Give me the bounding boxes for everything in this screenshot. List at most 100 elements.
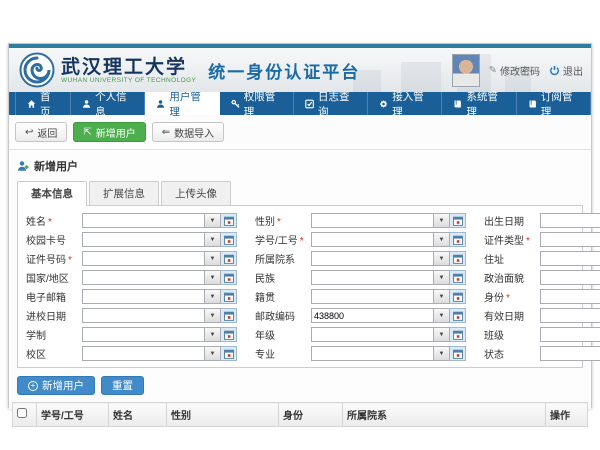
field-input[interactable] [540,213,600,228]
field-label: 性别* [251,213,311,228]
add-user-button[interactable]: ⇱ 新增用户 [73,122,145,142]
calendar-icon[interactable] [450,232,466,247]
dropdown-arrow-icon[interactable]: ▼ [205,308,221,323]
nav-item-gear-接入管理[interactable]: 接入管理 [368,92,442,115]
field-input[interactable] [311,308,434,323]
form-field: 国家/地区* ▼ [22,270,237,285]
dropdown-arrow-icon[interactable]: ▼ [434,346,450,361]
field-label: 状态* [480,346,540,361]
submit-add-user-button[interactable]: + 新增用户 [17,376,95,395]
nav-item-home-首页[interactable]: 首页 [15,92,71,115]
calendar-icon[interactable] [221,213,237,228]
field-input[interactable] [82,213,205,228]
user-avatar[interactable] [452,54,480,87]
field-label: 邮政编码* [251,308,311,323]
field-input[interactable] [82,270,205,285]
select-all-checkbox[interactable] [17,408,27,418]
field-input[interactable] [540,346,600,361]
calendar-icon[interactable] [450,327,466,342]
form-field: 有效日期* ▼ [480,308,600,323]
form-field: 籍贯* ▼ [251,289,466,304]
dropdown-arrow-icon[interactable]: ▼ [434,270,450,285]
calendar-icon[interactable] [221,251,237,266]
dropdown-arrow-icon[interactable]: ▼ [434,308,450,323]
calendar-icon[interactable] [221,308,237,323]
field-input[interactable] [82,308,205,323]
dropdown-arrow-icon[interactable]: ▼ [434,213,450,228]
submit-add-user-label: 新增用户 [42,378,84,393]
nav-item-user-用户管理[interactable]: 用户管理 [145,92,219,115]
calendar-icon[interactable] [221,289,237,304]
logout-link[interactable]: 退出 [549,63,583,78]
calendar-icon[interactable] [450,308,466,323]
field-input[interactable] [311,346,434,361]
calendar-icon[interactable] [450,270,466,285]
field-label: 校园卡号* [22,232,82,247]
table-header-6: 操作 [546,403,588,427]
calendar-icon[interactable] [450,251,466,266]
field-input[interactable] [82,327,205,342]
tab[interactable]: 扩展信息 [89,181,159,205]
dropdown-arrow-icon[interactable]: ▼ [434,232,450,247]
nav-label: 日志查询 [318,89,356,119]
dropdown-arrow-icon[interactable]: ▼ [205,327,221,342]
field-label: 所属院系* [251,251,311,266]
dropdown-arrow-icon[interactable]: ▼ [205,289,221,304]
field-input[interactable] [82,251,205,266]
pencil-icon: ✎ [489,65,497,76]
field-input[interactable] [82,289,205,304]
field-input[interactable] [311,251,434,266]
add-user-label: 新增用户 [96,125,136,140]
field-input[interactable] [311,270,434,285]
calendar-icon[interactable] [450,289,466,304]
field-input[interactable] [540,289,600,304]
dropdown-arrow-icon[interactable]: ▼ [205,346,221,361]
back-arrow-icon: ↩ [25,127,33,138]
calendar-icon[interactable] [221,270,237,285]
form-field: 进校日期* ▼ [22,308,237,323]
nav-item-key-权限管理[interactable]: 权限管理 [220,92,294,115]
field-input[interactable] [82,232,205,247]
back-button[interactable]: ↩ 返回 [15,122,67,142]
field-input[interactable] [540,251,600,266]
dropdown-arrow-icon[interactable]: ▼ [205,270,221,285]
tab[interactable]: 上传头像 [161,181,231,205]
dropdown-arrow-icon[interactable]: ▼ [205,251,221,266]
calendar-icon[interactable] [450,213,466,228]
calendar-icon[interactable] [221,327,237,342]
field-input[interactable] [540,327,600,342]
dropdown-arrow-icon[interactable]: ▼ [434,327,450,342]
data-import-button[interactable]: ⇐ 数据导入 [152,122,224,142]
university-logo-icon [19,52,55,88]
calendar-icon[interactable] [221,232,237,247]
calendar-icon[interactable] [221,346,237,361]
change-password-link[interactable]: ✎ 修改密码 [489,63,540,78]
field-input[interactable] [540,308,600,323]
nav-item-book-系统管理[interactable]: 系统管理 [442,92,516,115]
form-field: 邮政编码* ▼ [251,308,466,323]
reset-button[interactable]: 重置 [101,376,144,395]
nav-item-log-日志查询[interactable]: 日志查询 [294,92,368,115]
form-field: 政治面貌* ▼ [480,270,600,285]
field-input[interactable] [82,346,205,361]
field-input[interactable] [540,232,600,247]
dropdown-arrow-icon[interactable]: ▼ [205,213,221,228]
field-input[interactable] [311,289,434,304]
table-header-4: 身份 [279,403,343,427]
field-input[interactable] [311,232,434,247]
tab[interactable]: 基本信息 [17,181,87,206]
field-input[interactable] [540,270,600,285]
table-header-3: 性别 [167,403,279,427]
dropdown-arrow-icon[interactable]: ▼ [205,232,221,247]
dropdown-arrow-icon[interactable]: ▼ [434,251,450,266]
form-field: 状态* ▼ [480,346,600,361]
nav-item-book-订阅管理[interactable]: 订阅管理 [517,92,591,115]
dropdown-arrow-icon[interactable]: ▼ [434,289,450,304]
calendar-icon[interactable] [450,346,466,361]
table-header-checkbox-cell [13,403,37,427]
field-input[interactable] [311,213,434,228]
add-user-icon: ⇱ [83,127,91,138]
field-input[interactable] [311,327,434,342]
nav-item-user-个人信息[interactable]: 个人信息 [71,92,145,115]
form-field: 姓名* ▼ [22,213,237,228]
